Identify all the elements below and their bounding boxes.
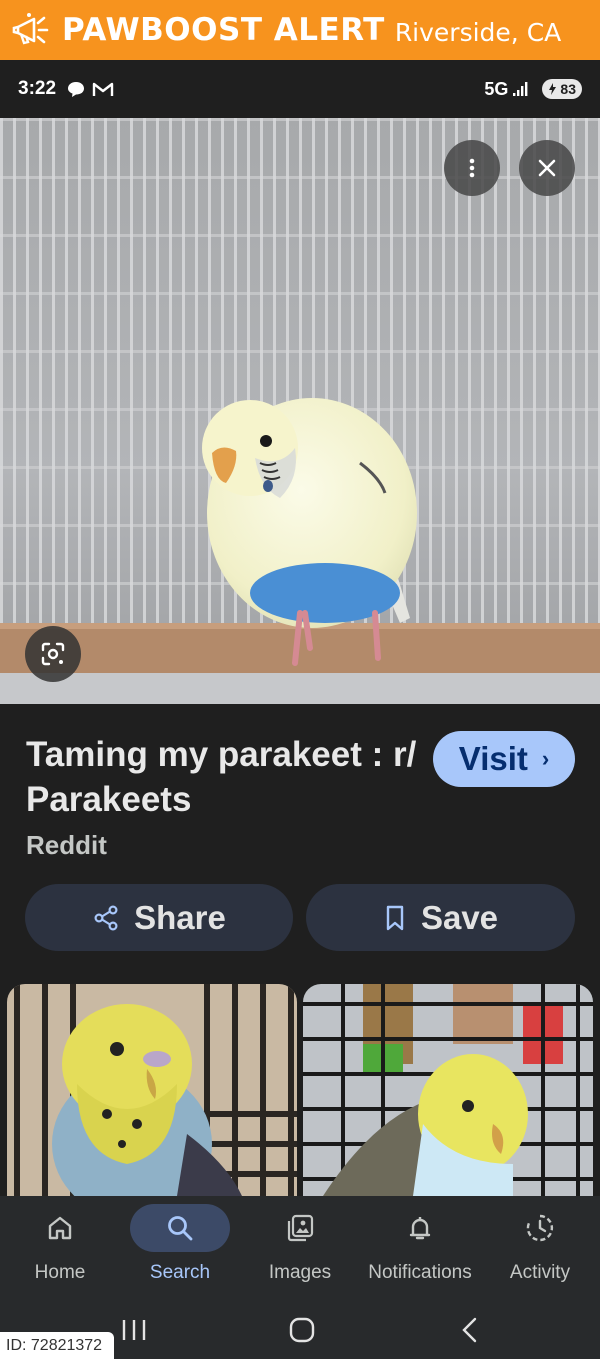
recents-icon[interactable] bbox=[114, 1310, 154, 1350]
bottom-nav: Home Search Images Notifications Activit… bbox=[0, 1196, 600, 1300]
parakeet-photo bbox=[0, 118, 600, 704]
gmail-icon bbox=[92, 81, 114, 97]
close-button[interactable] bbox=[519, 140, 575, 196]
result-details: Taming my parakeet : r/ Parakeets Visit … bbox=[0, 704, 600, 984]
lens-search-button[interactable] bbox=[25, 626, 81, 682]
home-icon bbox=[10, 1204, 110, 1252]
close-icon bbox=[538, 159, 556, 177]
nav-label-activity: Activity bbox=[509, 1262, 571, 1283]
message-icon bbox=[66, 80, 86, 98]
status-bar: 3:22 5G 83 bbox=[0, 60, 600, 118]
hero-image[interactable] bbox=[0, 118, 600, 704]
home-circle-icon[interactable] bbox=[282, 1310, 322, 1350]
nav-item-activity[interactable]: Activity bbox=[480, 1196, 600, 1300]
nav-item-home[interactable]: Home bbox=[0, 1196, 120, 1300]
more-options-button[interactable] bbox=[444, 140, 500, 196]
bookmark-icon bbox=[383, 904, 407, 932]
related-image[interactable] bbox=[303, 984, 593, 1196]
parakeet-thumb-1 bbox=[7, 984, 297, 1196]
status-time: 3:22 bbox=[18, 78, 57, 99]
banner-location: Riverside, CA bbox=[394, 17, 562, 47]
share-label: Share bbox=[134, 898, 226, 936]
nav-item-notifications[interactable]: Notifications bbox=[360, 1196, 480, 1300]
nav-item-images[interactable]: Images bbox=[240, 1196, 360, 1300]
nav-label-notifications: Notifications bbox=[368, 1262, 472, 1283]
signal-icon bbox=[512, 81, 530, 97]
visit-label: Visit bbox=[458, 740, 528, 777]
megaphone-icon bbox=[12, 13, 49, 45]
id-tag: ID: 72821372 bbox=[0, 1332, 114, 1359]
bell-icon bbox=[370, 1204, 470, 1252]
save-button[interactable]: Save bbox=[306, 884, 575, 951]
result-source: Reddit bbox=[26, 830, 107, 860]
back-icon[interactable] bbox=[450, 1310, 490, 1350]
network-label: 5G bbox=[484, 78, 509, 99]
search-icon bbox=[130, 1204, 230, 1252]
save-label: Save bbox=[420, 898, 499, 936]
nav-label-home: Home bbox=[34, 1262, 86, 1283]
nav-item-search[interactable]: Search bbox=[120, 1196, 240, 1300]
pawboost-banner: PAWBOOST ALERT Riverside, CA bbox=[0, 0, 600, 60]
visit-button[interactable]: Visit › bbox=[433, 731, 575, 787]
result-title[interactable]: Taming my parakeet : r/ Parakeets bbox=[26, 732, 421, 822]
activity-icon bbox=[490, 1204, 590, 1252]
share-button[interactable]: Share bbox=[25, 884, 293, 951]
related-image[interactable] bbox=[7, 984, 297, 1196]
share-icon bbox=[92, 904, 120, 932]
nav-label-search: Search bbox=[149, 1262, 211, 1283]
lens-icon bbox=[41, 642, 65, 666]
battery-icon: 83 bbox=[542, 79, 582, 99]
more-vert-icon bbox=[469, 158, 475, 178]
banner-brand: PAWBOOST ALERT bbox=[62, 12, 385, 48]
images-icon bbox=[250, 1204, 350, 1252]
related-images bbox=[0, 984, 600, 1196]
nav-label-images: Images bbox=[268, 1262, 332, 1283]
battery-level: 83 bbox=[560, 81, 576, 97]
chevron-right-icon: › bbox=[541, 746, 550, 771]
parakeet-thumb-2 bbox=[303, 984, 593, 1196]
